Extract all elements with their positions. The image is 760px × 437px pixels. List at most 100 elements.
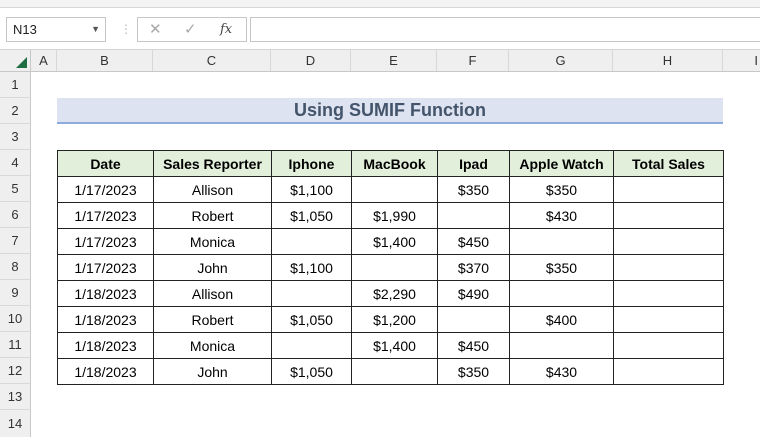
row-header-3[interactable]: 3 [0, 124, 31, 150]
row-header-1[interactable]: 1 [0, 72, 31, 98]
table-cell[interactable]: $490 [437, 280, 510, 307]
row-header-5[interactable]: 5 [0, 176, 31, 202]
table-cell[interactable]: Robert [153, 306, 272, 333]
table-cell[interactable]: $350 [437, 358, 510, 385]
table-cell[interactable]: $1,050 [271, 358, 352, 385]
table-cell[interactable]: $1,200 [351, 306, 438, 333]
header-cell[interactable]: Date [57, 150, 154, 177]
table-cell[interactable]: $1,990 [351, 202, 438, 229]
table-cell[interactable]: $1,400 [351, 332, 438, 359]
table-cell[interactable]: $350 [509, 176, 614, 203]
table-cell[interactable]: Robert [153, 202, 272, 229]
table-cell[interactable]: 1/17/2023 [57, 202, 154, 229]
table-cell[interactable]: John [153, 254, 272, 281]
table-cell[interactable]: 1/18/2023 [57, 332, 154, 359]
table-cell[interactable]: $1,050 [271, 202, 352, 229]
enter-icon[interactable]: ✓ [184, 18, 197, 41]
table-cell[interactable] [271, 228, 352, 255]
table-cell[interactable] [271, 332, 352, 359]
table-cell[interactable] [613, 332, 724, 359]
formula-input[interactable] [250, 17, 760, 42]
table-row: 1/18/2023 John $1,050 $350 $430 [57, 358, 724, 385]
table-cell[interactable] [351, 358, 438, 385]
table-cell[interactable]: $430 [509, 358, 614, 385]
table-row: 1/17/2023 Robert $1,050 $1,990 $430 [57, 202, 724, 229]
table-cell[interactable] [613, 358, 724, 385]
table-cell[interactable] [509, 280, 614, 307]
table-cell[interactable] [509, 332, 614, 359]
table-row: 1/18/2023 Robert $1,050 $1,200 $400 [57, 306, 724, 333]
insert-function-button[interactable]: fx [220, 18, 232, 41]
table-cell[interactable]: Monica [153, 228, 272, 255]
table-cell[interactable]: Allison [153, 280, 272, 307]
row-header-8[interactable]: 8 [0, 254, 31, 280]
table-cell[interactable]: $2,290 [351, 280, 438, 307]
table-cell[interactable] [613, 176, 724, 203]
column-header-h[interactable]: H [613, 50, 723, 71]
sheet-title: Using SUMIF Function [57, 98, 723, 124]
column-header-a[interactable]: A [31, 50, 57, 71]
cancel-icon[interactable]: ✕ [149, 18, 162, 41]
header-cell[interactable]: Apple Watch [509, 150, 614, 177]
table-cell[interactable] [271, 280, 352, 307]
table-cell[interactable]: Allison [153, 176, 272, 203]
row-header-6[interactable]: 6 [0, 202, 31, 228]
column-header-e[interactable]: E [351, 50, 437, 71]
chevron-down-icon[interactable]: ▼ [91, 18, 100, 41]
column-header-g[interactable]: G [509, 50, 613, 71]
table-cell[interactable]: 1/18/2023 [57, 358, 154, 385]
row-header-2[interactable]: 2 [0, 98, 31, 124]
name-box[interactable]: N13 ▼ [6, 17, 106, 42]
header-cell[interactable]: MacBook [351, 150, 438, 177]
table-cell[interactable]: John [153, 358, 272, 385]
header-cell[interactable]: Ipad [437, 150, 510, 177]
table-cell[interactable] [613, 228, 724, 255]
table-cell[interactable]: 1/17/2023 [57, 228, 154, 255]
header-cell[interactable]: Iphone [271, 150, 352, 177]
table-cell[interactable]: $430 [509, 202, 614, 229]
row-header-14[interactable]: 14 [0, 410, 31, 437]
table-cell[interactable] [613, 280, 724, 307]
table-cell[interactable]: 1/17/2023 [57, 176, 154, 203]
header-cell[interactable]: Sales Reporter [153, 150, 272, 177]
row-header-9[interactable]: 9 [0, 280, 31, 306]
table-row: 1/17/2023 Monica $1,400 $450 [57, 228, 724, 255]
table-cell[interactable]: $400 [509, 306, 614, 333]
row-header-13[interactable]: 13 [0, 384, 31, 410]
table-cell[interactable] [613, 254, 724, 281]
table-cell[interactable] [437, 202, 510, 229]
table-cell[interactable]: $450 [437, 228, 510, 255]
formula-bar-buttons: ✕ ✓ fx [137, 17, 247, 42]
table-cell[interactable]: $350 [437, 176, 510, 203]
row-header-11[interactable]: 11 [0, 332, 31, 358]
table-cell[interactable]: $450 [437, 332, 510, 359]
column-header-row: A B C D E F G H I [0, 50, 760, 72]
table-cell[interactable]: $1,050 [271, 306, 352, 333]
header-cell[interactable]: Total Sales [613, 150, 724, 177]
table-cell[interactable]: Monica [153, 332, 272, 359]
table-cell[interactable] [613, 306, 724, 333]
table-cell[interactable] [437, 306, 510, 333]
table-cell[interactable] [613, 202, 724, 229]
column-header-i[interactable]: I [723, 50, 760, 71]
table-cell[interactable]: $350 [509, 254, 614, 281]
table-cell[interactable]: $370 [437, 254, 510, 281]
table-cell[interactable]: $1,400 [351, 228, 438, 255]
table-cell[interactable]: 1/18/2023 [57, 306, 154, 333]
table-cell[interactable] [351, 176, 438, 203]
select-all-button[interactable] [0, 50, 31, 71]
table-cell[interactable] [509, 228, 614, 255]
row-header-12[interactable]: 12 [0, 358, 31, 384]
column-header-b[interactable]: B [57, 50, 153, 71]
table-cell[interactable] [351, 254, 438, 281]
table-cell[interactable]: $1,100 [271, 176, 352, 203]
row-header-10[interactable]: 10 [0, 306, 31, 332]
column-header-f[interactable]: F [437, 50, 509, 71]
table-cell[interactable]: 1/17/2023 [57, 254, 154, 281]
table-cell[interactable]: 1/18/2023 [57, 280, 154, 307]
table-cell[interactable]: $1,100 [271, 254, 352, 281]
column-header-d[interactable]: D [271, 50, 351, 71]
column-header-c[interactable]: C [153, 50, 271, 71]
row-header-7[interactable]: 7 [0, 228, 31, 254]
row-header-4[interactable]: 4 [0, 150, 31, 176]
